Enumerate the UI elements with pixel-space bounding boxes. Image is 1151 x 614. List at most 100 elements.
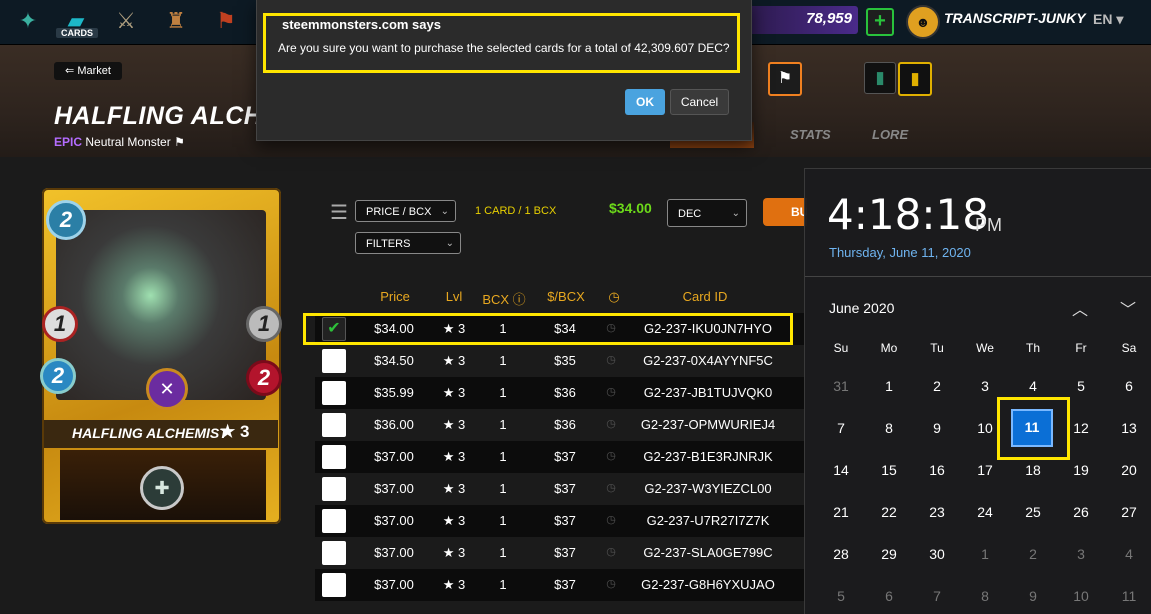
row-card-id: G2-237-B1E3RJNRJK xyxy=(643,449,773,464)
calendar-day[interactable]: 2 xyxy=(1017,546,1049,562)
calendar-day[interactable]: 4 xyxy=(1113,546,1145,562)
username[interactable]: TRANSCRIPT-JUNKY xyxy=(944,10,1086,26)
view-cards-button[interactable]: ▮ xyxy=(864,62,896,94)
calendar-day[interactable]: 15 xyxy=(873,462,905,478)
calendar-day[interactable]: 2 xyxy=(921,378,953,394)
battle-icon[interactable]: ⚔ xyxy=(106,2,146,40)
table-row[interactable]: $37.00 ★ 3 1 $37 G2-237-U7R27I7Z7K ◷ xyxy=(315,505,805,537)
calendar-day[interactable]: 5 xyxy=(825,588,857,604)
calendar-day[interactable]: 24 xyxy=(969,504,1001,520)
row-price-per-bcx: $37 xyxy=(554,449,576,464)
calendar-day[interactable]: 10 xyxy=(1065,588,1097,604)
row-checkbox[interactable] xyxy=(322,541,346,565)
row-level: ★ 3 xyxy=(442,385,466,400)
filters-dropdown[interactable]: FILTERS ⌄ xyxy=(355,232,461,254)
calendar-month[interactable]: June 2020 xyxy=(829,300,894,316)
buy-button[interactable]: BUY xyxy=(763,198,807,226)
column-header-level[interactable]: Lvl xyxy=(436,289,472,304)
info-icon[interactable]: ⓘ xyxy=(513,292,526,307)
add-dec-button[interactable]: + xyxy=(866,8,894,36)
banner-icon[interactable]: ⚑ xyxy=(206,2,246,40)
clock-icon: ◷ xyxy=(606,322,616,334)
calendar-day[interactable]: 16 xyxy=(921,462,953,478)
table-row[interactable]: $37.00 ★ 3 1 $37 G2-237-SLA0GE799C ◷ xyxy=(315,537,805,569)
table-row[interactable]: ✔ $34.00 ★ 3 1 $34 G2-237-IKU0JN7HYO ◷ xyxy=(315,313,805,345)
calendar-day[interactable]: 7 xyxy=(921,588,953,604)
column-header-per-bcx[interactable]: $/BCX xyxy=(538,289,594,304)
guild-icon[interactable]: ♜ xyxy=(156,2,196,40)
row-checkbox[interactable] xyxy=(322,349,346,373)
calendar-day[interactable]: 29 xyxy=(873,546,905,562)
calendar-day[interactable]: 27 xyxy=(1113,504,1145,520)
table-row[interactable]: $36.00 ★ 3 1 $36 G2-237-OPMWURIEJ4 ◷ xyxy=(315,409,805,441)
calendar-day[interactable]: 9 xyxy=(1017,588,1049,604)
calendar-day[interactable]: 26 xyxy=(1065,504,1097,520)
calendar-day[interactable]: 22 xyxy=(873,504,905,520)
table-row[interactable]: $34.50 ★ 3 1 $35 G2-237-0X4AYYNF5C ◷ xyxy=(315,345,805,377)
calendar-day[interactable]: 23 xyxy=(921,504,953,520)
flag-button[interactable]: ⚑ xyxy=(768,62,802,96)
table-row[interactable]: $35.99 ★ 3 1 $36 G2-237-JB1TUJVQK0 ◷ xyxy=(315,377,805,409)
column-header-price[interactable]: Price xyxy=(370,289,420,304)
row-card-id: G2-237-IKU0JN7HYO xyxy=(644,321,772,336)
calendar-day[interactable]: 30 xyxy=(921,546,953,562)
row-checkbox[interactable]: ✔ xyxy=(322,317,346,341)
row-checkbox[interactable] xyxy=(322,445,346,469)
calendar-day[interactable]: 19 xyxy=(1065,462,1097,478)
avatar[interactable]: ☻ xyxy=(906,5,940,39)
row-checkbox[interactable] xyxy=(322,573,346,597)
calendar-day[interactable]: 14 xyxy=(825,462,857,478)
calendar-day[interactable]: 25 xyxy=(1017,504,1049,520)
home-icon[interactable]: ✦ xyxy=(8,2,48,40)
table-row[interactable]: $37.00 ★ 3 1 $37 G2-237-G8H6YXUJAO ◷ xyxy=(315,569,805,601)
row-price-per-bcx: $37 xyxy=(554,513,576,528)
chevron-up-icon[interactable]: ︿ xyxy=(1072,296,1088,320)
calendar-day[interactable]: 4 xyxy=(1017,378,1049,394)
table-row[interactable]: $37.00 ★ 3 1 $37 G2-237-W3YIEZCL00 ◷ xyxy=(315,473,805,505)
row-checkbox[interactable] xyxy=(322,477,346,501)
view-cards-gold-button[interactable]: ▮ xyxy=(898,62,932,96)
row-price: $37.00 xyxy=(374,545,414,560)
column-header-bcx[interactable]: BCX ⓘ xyxy=(482,289,526,308)
currency-select[interactable]: DEC ⌄ xyxy=(667,199,747,227)
clock-ampm: PM xyxy=(975,215,1002,235)
calendar-day[interactable]: 17 xyxy=(969,462,1001,478)
calendar-day[interactable]: 7 xyxy=(825,420,857,436)
calendar-day[interactable]: 5 xyxy=(1065,378,1097,394)
calendar-day[interactable]: 8 xyxy=(873,420,905,436)
tab-lore[interactable]: LORE xyxy=(872,127,908,142)
calendar-day[interactable]: 18 xyxy=(1017,462,1049,478)
calendar-day[interactable]: 6 xyxy=(1113,378,1145,394)
calendar-day[interactable]: 9 xyxy=(921,420,953,436)
table-row[interactable]: $37.00 ★ 3 1 $37 G2-237-B1E3RJNRJK ◷ xyxy=(315,441,805,473)
calendar-day[interactable]: 20 xyxy=(1113,462,1145,478)
calendar-day[interactable]: 28 xyxy=(825,546,857,562)
ok-button[interactable]: OK xyxy=(625,89,665,115)
tab-stats[interactable]: STATS xyxy=(790,127,831,142)
row-checkbox[interactable] xyxy=(322,381,346,405)
sort-dropdown[interactable]: PRICE / BCX ⌄ xyxy=(355,200,456,222)
cancel-button[interactable]: Cancel xyxy=(670,89,729,115)
cards-nav-label[interactable]: CARDS xyxy=(56,28,98,38)
calendar-day[interactable]: 13 xyxy=(1113,420,1145,436)
weekday-label: Sa xyxy=(1121,341,1137,355)
row-checkbox[interactable] xyxy=(322,413,346,437)
calendar-day[interactable]: 3 xyxy=(969,378,1001,394)
row-card-id: G2-237-JB1TUJVQK0 xyxy=(643,385,773,400)
row-checkbox[interactable] xyxy=(322,509,346,533)
calendar-day[interactable]: 6 xyxy=(873,588,905,604)
column-header-card-id[interactable]: Card ID xyxy=(650,289,760,304)
calendar-day[interactable]: 11 xyxy=(1113,588,1145,604)
sort-icon[interactable]: ☰ xyxy=(330,200,348,225)
calendar-day[interactable]: 1 xyxy=(873,378,905,394)
calendar-day[interactable]: 1 xyxy=(969,546,1001,562)
calendar-day[interactable]: 3 xyxy=(1065,546,1097,562)
chevron-down-icon[interactable]: ﹀ xyxy=(1120,296,1136,320)
back-to-market-button[interactable]: ⇐ Market xyxy=(54,62,122,80)
calendar-day[interactable]: 31 xyxy=(825,378,857,394)
calendar-day[interactable]: 8 xyxy=(969,588,1001,604)
language-selector[interactable]: EN ▾ xyxy=(1093,11,1123,28)
calendar-day[interactable]: 21 xyxy=(825,504,857,520)
card-type: Neutral Monster xyxy=(85,135,171,149)
clock-date[interactable]: Thursday, June 11, 2020 xyxy=(829,245,971,260)
